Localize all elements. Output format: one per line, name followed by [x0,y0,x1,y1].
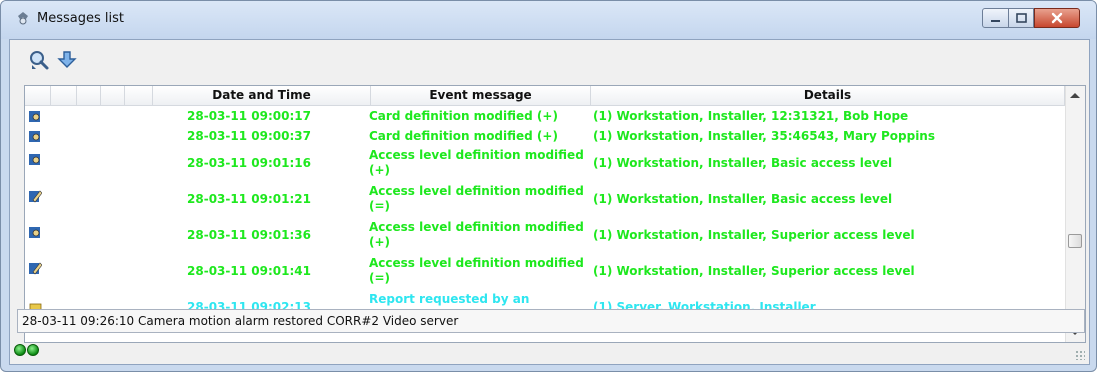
card-user-icon [29,131,40,142]
column-header-details[interactable]: Details [591,86,1065,105]
card-user-icon [29,227,40,238]
messages-table[interactable]: Date and Time Event message Details 28-0… [24,85,1086,343]
row-date: 28-03-11 09:00:17 [187,109,311,123]
search-messages-button[interactable] [28,49,50,71]
column-header-date[interactable]: Date and Time [153,86,371,105]
minimize-icon [991,20,1000,22]
header-stub [125,86,153,105]
card-user-icon [29,111,40,122]
row-event: Card definition modified (+) [369,129,558,143]
row-details: (1) Workstation, Installer, Superior acc… [593,264,915,278]
edit-pencil-icon [29,262,42,275]
table-row[interactable]: 28-03-11 09:01:36 Access level definitio… [25,218,1065,254]
table-row[interactable]: 28-03-11 09:01:41 Access level definitio… [25,254,1065,290]
row-date: 28-03-11 09:01:36 [187,228,311,242]
row-details: (1) Workstation, Installer, Basic access… [593,192,893,206]
row-date: 28-03-11 09:00:37 [187,129,311,143]
vertical-scrollbar[interactable] [1065,86,1085,342]
window-content: Date and Time Event message Details 28-0… [9,39,1090,365]
window-title: Messages list [37,11,124,26]
column-header-event[interactable]: Event message [371,86,591,105]
table-header: Date and Time Event message Details [25,86,1065,106]
row-event: Report requested by an [369,292,530,306]
table-row[interactable]: 28-03-11 09:00:17 Card definition modifi… [25,106,1065,126]
last-message-text: 28-03-11 09:26:10 Camera motion alarm re… [22,314,459,328]
title-bar[interactable]: Messages list [1,1,1096,39]
scrollbar-thumb[interactable] [1068,234,1082,248]
header-stub [101,86,125,105]
row-details: (1) Workstation, Installer, Superior acc… [593,228,915,242]
row-date: 28-03-11 09:01:16 [187,156,311,170]
row-event: Access level definition modified (+) [369,220,584,249]
table-row[interactable]: 28-03-11 09:01:21 Access level definitio… [25,182,1065,218]
close-button[interactable] [1034,8,1080,28]
header-stub [25,86,51,105]
row-details: (1) Workstation, Installer, 35:46543, Ma… [593,129,935,143]
row-date: 28-03-11 09:01:21 [187,192,311,206]
header-stub [77,86,101,105]
messages-list-window: Messages list Date and Time Event messag… [0,0,1097,372]
messages-app-icon [18,12,28,25]
scroll-up-arrow-icon[interactable] [1070,93,1080,98]
table-row[interactable]: 28-03-11 09:01:16 Access level definitio… [25,146,1065,182]
card-user-icon [29,154,40,165]
row-date: 28-03-11 09:01:41 [187,264,311,278]
row-details: (1) Workstation, Installer, Basic access… [593,156,893,170]
connection-led-icon [27,344,39,356]
resize-grip-icon[interactable] [1075,350,1085,360]
connection-led-icon [14,344,26,356]
magnifier-icon [30,51,49,70]
toolbar [10,40,1089,80]
edit-pencil-icon [29,190,42,203]
row-event: Card definition modified (+) [369,109,558,123]
minimize-button[interactable] [982,8,1009,28]
maximize-button[interactable] [1008,8,1034,28]
table-row[interactable]: 28-03-11 09:00:37 Card definition modifi… [25,126,1065,146]
row-event: Access level definition modified (+) [369,148,584,177]
maximize-icon [1016,13,1027,23]
row-details: (1) Workstation, Installer, 12:31321, Bo… [593,109,909,123]
close-icon [1051,12,1063,24]
header-stub [51,86,77,105]
scroll-down-button[interactable] [56,49,78,71]
last-message-line: 28-03-11 09:26:10 Camera motion alarm re… [17,309,1085,333]
row-event: Access level definition modified (=) [369,256,584,285]
status-bar [10,334,1089,364]
down-arrow-icon [57,51,77,68]
row-event: Access level definition modified (=) [369,184,584,213]
